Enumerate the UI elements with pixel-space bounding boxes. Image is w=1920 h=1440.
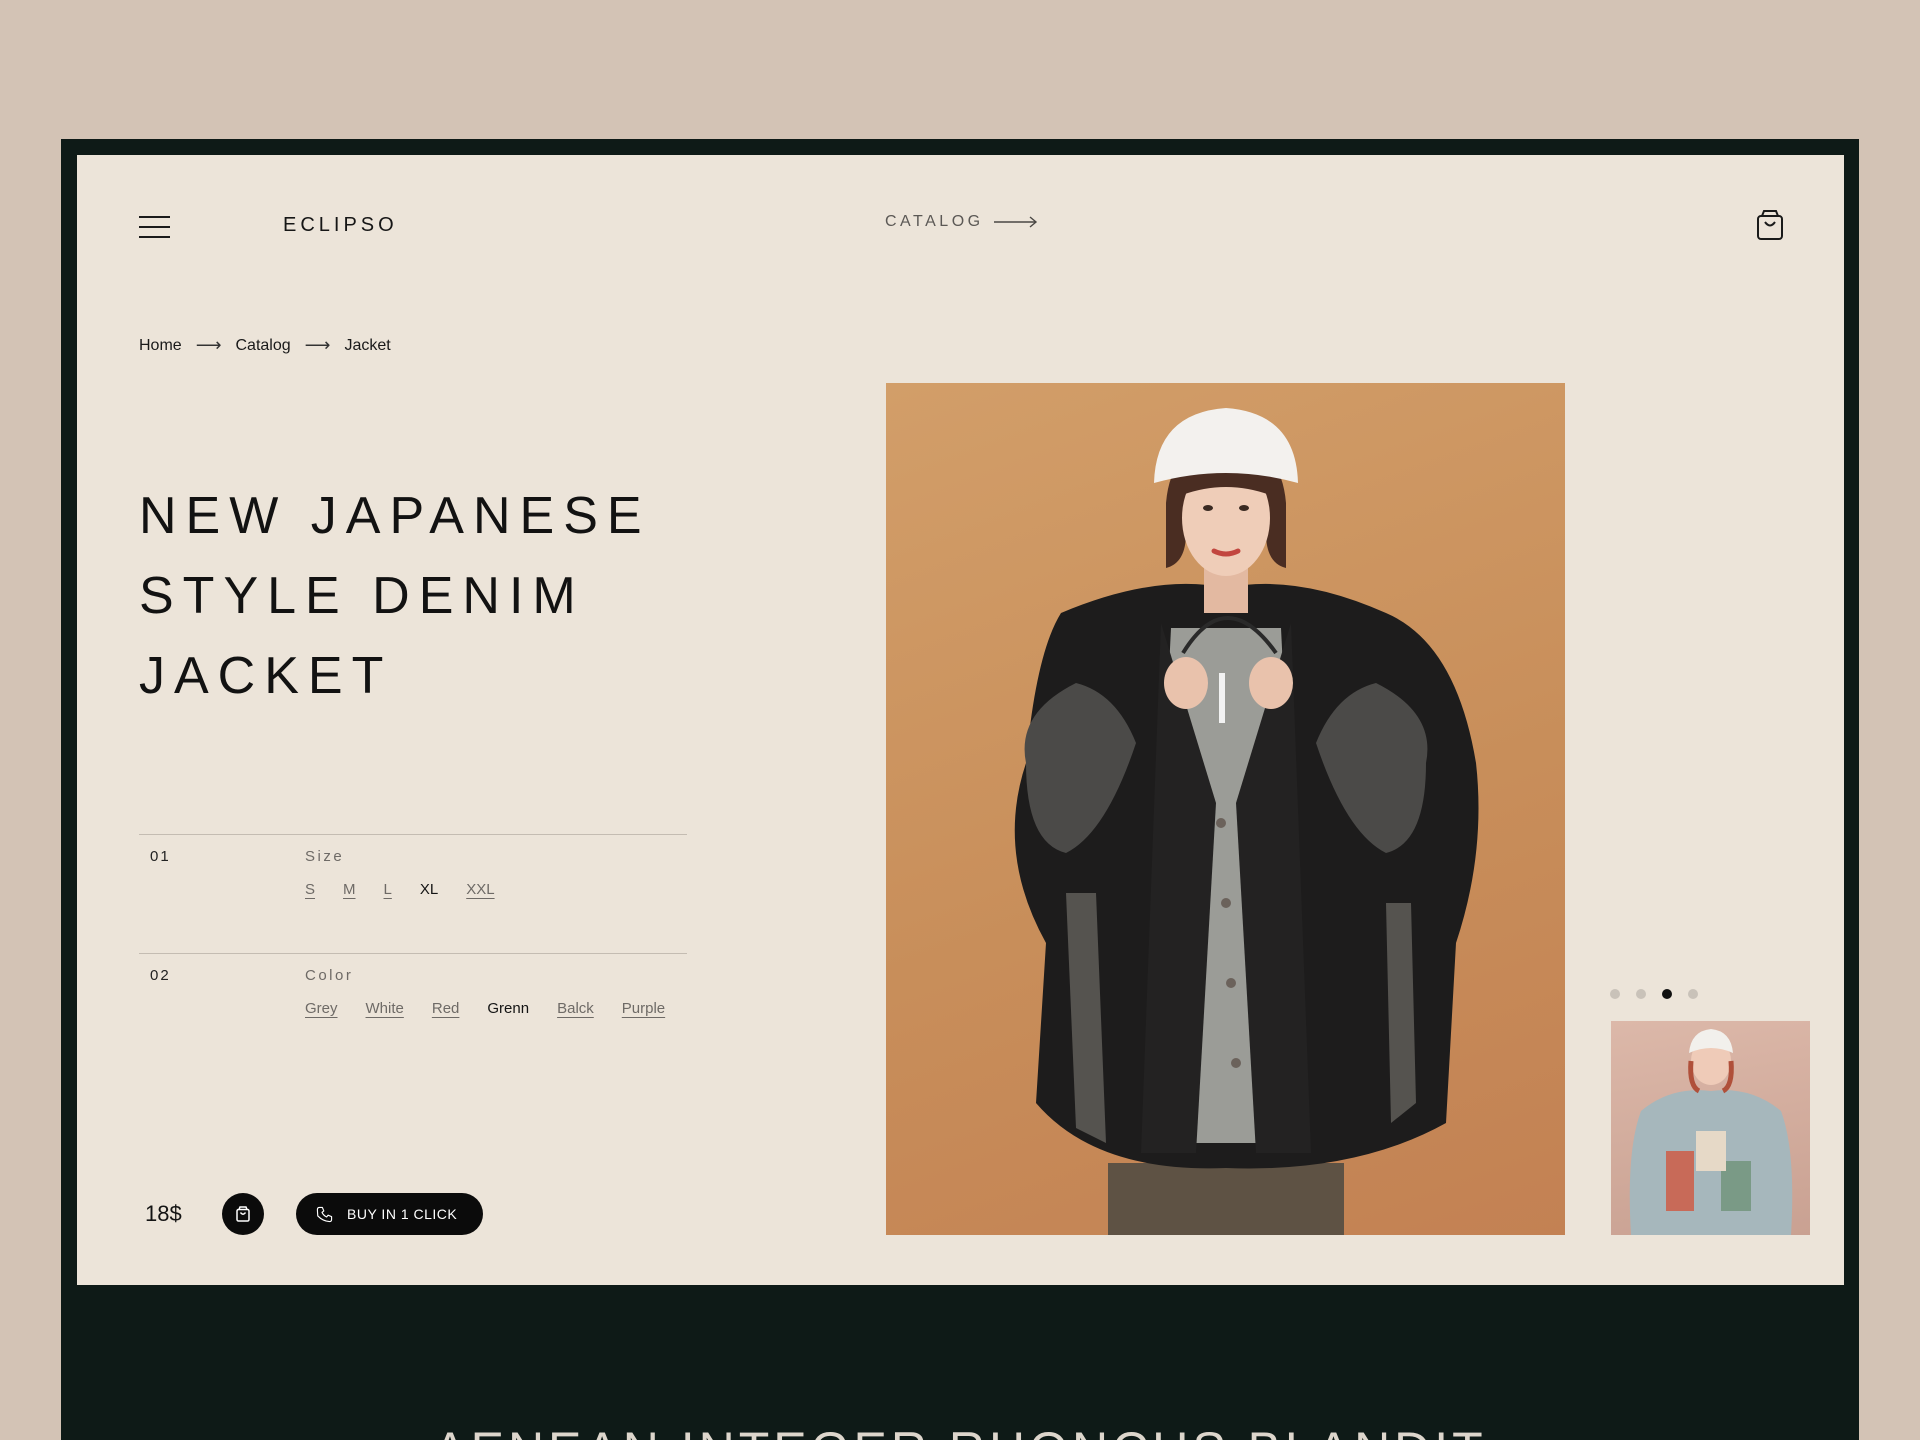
size-option-xl[interactable]: XL xyxy=(420,881,438,898)
breadcrumb-arrow-icon: ⟶ xyxy=(195,335,222,355)
size-option-m[interactable]: M xyxy=(343,881,356,898)
gallery-dot[interactable] xyxy=(1688,989,1698,999)
product-title-line: STYLE DENIM xyxy=(139,567,585,625)
shopping-bag-icon xyxy=(236,1206,250,1222)
menu-icon[interactable] xyxy=(139,214,171,240)
breadcrumb-current: Jacket xyxy=(344,336,391,354)
buy-button-label: BUY IN 1 CLICK xyxy=(347,1206,458,1222)
gallery-pagination xyxy=(1610,989,1698,999)
color-options: Grey White Red Grenn Balck Purple xyxy=(305,1000,665,1017)
buy-in-one-click-button[interactable]: BUY IN 1 CLICK xyxy=(296,1193,483,1235)
gallery-dot[interactable] xyxy=(1610,989,1620,999)
color-option-grey[interactable]: Grey xyxy=(305,1000,338,1017)
product-title-line: NEW JAPANESE xyxy=(139,487,651,545)
product-main-image xyxy=(886,383,1565,1235)
color-option-red[interactable]: Red xyxy=(432,1000,460,1017)
price: 18$ xyxy=(145,1201,182,1226)
color-option-white[interactable]: White xyxy=(366,1000,404,1017)
product-title: NEW JAPANESE STYLE DENIM JACKET xyxy=(139,476,759,716)
model-illustration xyxy=(1014,408,1479,1235)
size-option-s[interactable]: S xyxy=(305,881,315,898)
product-title-line: JACKET xyxy=(139,647,393,705)
option-number: 01 xyxy=(150,848,171,865)
thumbnail-illustration xyxy=(1629,1029,1793,1235)
size-options: S M L XL XXL xyxy=(305,881,495,898)
color-option-black[interactable]: Balck xyxy=(557,1000,594,1017)
size-option-l[interactable]: L xyxy=(384,881,392,898)
catalog-link-label: CATALOG xyxy=(885,213,984,230)
breadcrumb: Home ⟶ Catalog ⟶ Jacket xyxy=(139,335,391,356)
gallery-dot[interactable] xyxy=(1636,989,1646,999)
arrow-right-icon xyxy=(993,216,1037,228)
size-option-xxl[interactable]: XXL xyxy=(466,881,494,898)
breadcrumb-arrow-icon: ⟶ xyxy=(304,335,331,355)
color-label: Color xyxy=(305,967,354,984)
color-option-purple[interactable]: Purple xyxy=(622,1000,665,1017)
divider xyxy=(139,834,687,835)
brand-logo[interactable]: ECLIPSO xyxy=(283,214,398,237)
phone-icon xyxy=(316,1206,333,1222)
breadcrumb-catalog[interactable]: Catalog xyxy=(236,337,291,355)
product-thumbnail[interactable] xyxy=(1611,1021,1810,1235)
color-option-green[interactable]: Grenn xyxy=(487,1000,529,1017)
catalog-link[interactable]: CATALOG xyxy=(885,213,1038,231)
divider xyxy=(139,953,687,954)
breadcrumb-home[interactable]: Home xyxy=(139,337,182,355)
option-number: 02 xyxy=(150,967,171,984)
add-to-cart-button[interactable] xyxy=(222,1193,264,1235)
size-label: Size xyxy=(305,848,345,865)
shopping-bag-icon[interactable] xyxy=(1756,209,1784,241)
gallery-dot-active[interactable] xyxy=(1662,989,1672,999)
section-heading: AENEAN INTEGER RHONCUS BLANDIT xyxy=(0,1420,1920,1440)
